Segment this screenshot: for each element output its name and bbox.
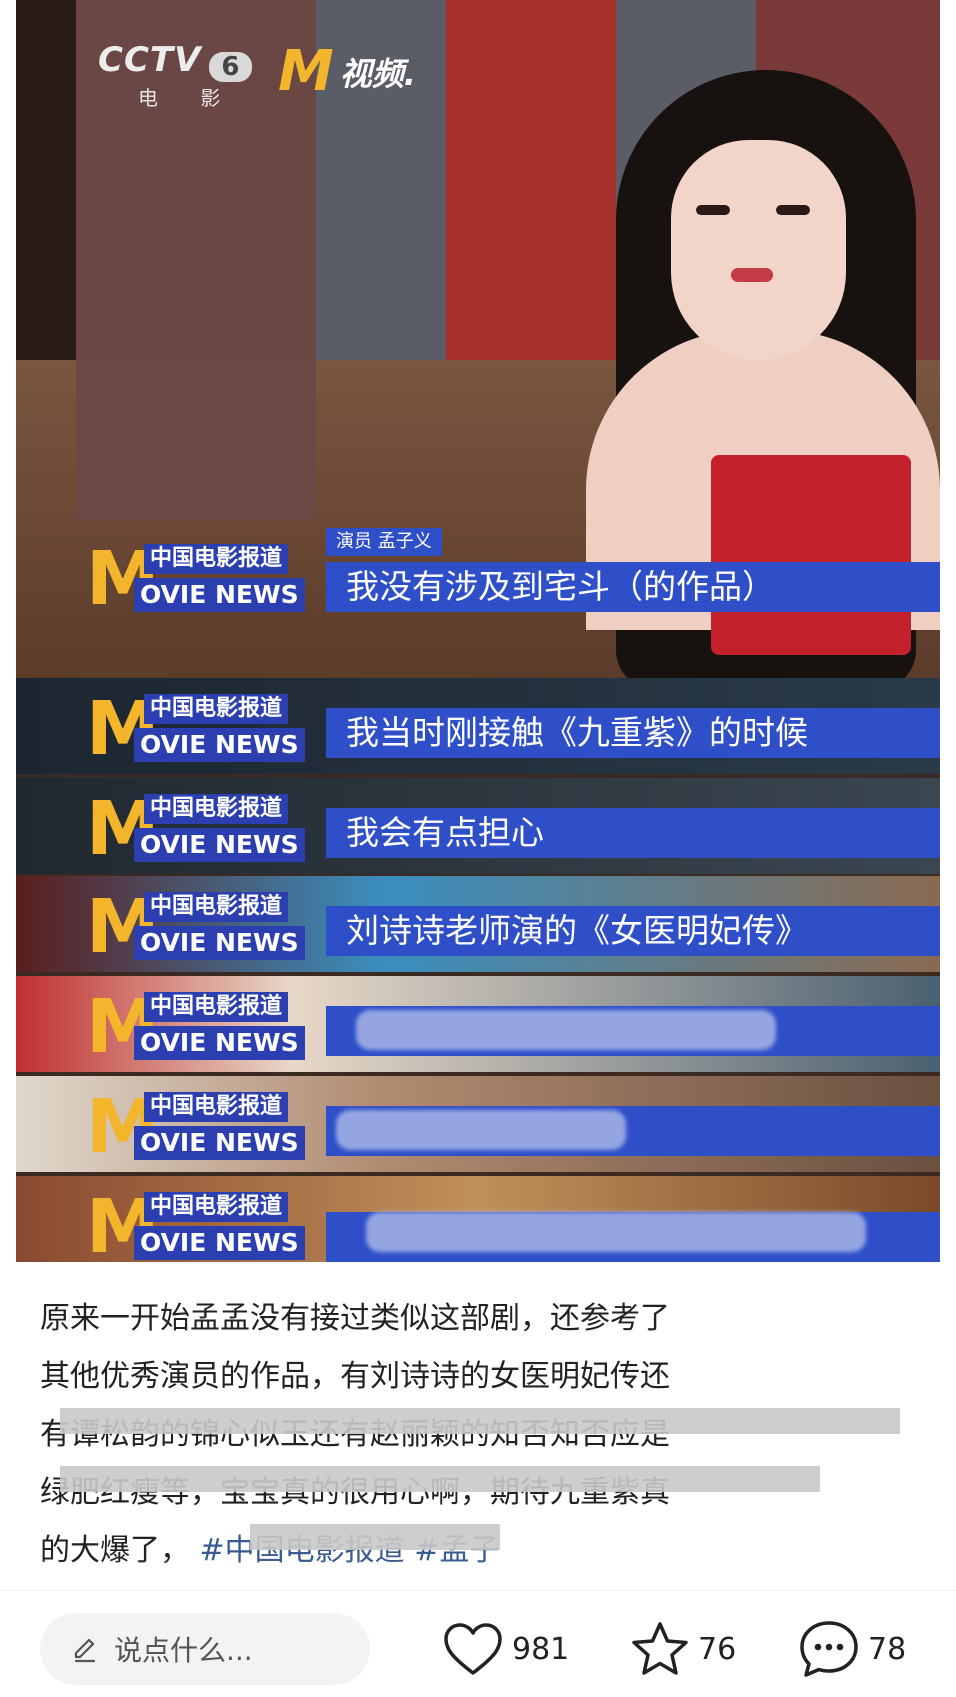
news-strip-6: M 中国电影报道 OVIE NEWS — [16, 1076, 940, 1172]
badge-en: OVIE NEWS — [134, 578, 305, 612]
wall-panel — [76, 360, 316, 520]
mosaic-blur-3 — [250, 1524, 500, 1550]
movie-news-badge: M 中国电影报道 OVIE NEWS — [86, 1190, 326, 1262]
news-strip-5: M 中国电影报道 OVIE NEWS — [16, 976, 940, 1072]
comment-count: 78 — [868, 1631, 907, 1667]
badge-cn: 中国电影报道 — [144, 694, 289, 724]
person-face — [671, 140, 846, 360]
post-line-1: 原来一开始孟孟没有接过类似这部剧，还参考了 — [40, 1301, 670, 1336]
bottom-action-bar: 说点什么... 981 76 78 — [0, 1590, 956, 1697]
badge-en: OVIE NEWS — [134, 728, 305, 762]
comment-input[interactable]: 说点什么... — [40, 1613, 370, 1685]
badge-cn: 中国电影报道 — [144, 1192, 289, 1222]
blurred-caption — [336, 1110, 626, 1150]
movie-news-badge: M 中国电影报道 OVIE NEWS — [86, 692, 326, 766]
badge-en: OVIE NEWS — [134, 926, 305, 960]
text-fade — [0, 1560, 956, 1590]
like-button[interactable]: 981 — [442, 1613, 569, 1685]
favorite-count: 76 — [698, 1631, 737, 1667]
caption-4: 刘诗诗老师演的《女医明妃传》 — [326, 906, 940, 956]
badge-cn: 中国电影报道 — [144, 1092, 289, 1122]
badge-cn: 中国电影报道 — [144, 892, 289, 922]
m-video-logo: M 视频. — [278, 44, 416, 100]
blurred-caption — [366, 1212, 866, 1252]
caption-1: 我没有涉及到宅斗（的作品） — [326, 562, 940, 612]
badge-en: OVIE NEWS — [134, 1226, 305, 1260]
edit-icon — [74, 1638, 96, 1663]
news-strip-1: 演员 孟子义 M 中国电影报道 OVIE NEWS 我没有涉及到宅斗（的作品） — [16, 528, 940, 624]
badge-cn: 中国电影报道 — [144, 992, 289, 1022]
person-eye-left — [696, 205, 730, 215]
news-strip-2: M 中国电影报道 OVIE NEWS 我当时刚接触《九重紫》的时候 — [16, 678, 940, 774]
badge-en: OVIE NEWS — [134, 1126, 305, 1160]
favorite-button[interactable]: 76 — [630, 1613, 736, 1685]
m-logo-letter: M — [278, 39, 334, 104]
heart-icon — [444, 1623, 502, 1675]
like-count: 981 — [512, 1631, 570, 1667]
news-strip-4: M 中国电影报道 OVIE NEWS 刘诗诗老师演的《女医明妃传》 — [16, 876, 940, 972]
caption-2: 我当时刚接触《九重紫》的时候 — [326, 708, 940, 758]
person-lips — [731, 268, 773, 282]
mosaic-blur-2 — [60, 1466, 820, 1492]
cctv-number: 6 — [209, 51, 252, 82]
movie-news-badge: M 中国电影报道 OVIE NEWS — [86, 1090, 326, 1164]
news-strip-7: M 中国电影报道 OVIE NEWS — [16, 1176, 940, 1262]
badge-cn: 中国电影报道 — [144, 794, 289, 824]
caption-3: 我会有点担心 — [326, 808, 940, 858]
m-logo-text: 视频. — [339, 55, 416, 93]
video-still[interactable]: CCTV 6 电 影 M 视频. 演员 孟子义 M 中国电影报道 OVIE NEW… — [16, 0, 940, 1262]
badge-en: OVIE NEWS — [134, 828, 305, 862]
movie-news-badge: M 中国电影报道 OVIE NEWS — [86, 792, 326, 866]
person-eye-right — [776, 205, 810, 215]
movie-news-badge: M 中国电影报道 OVIE NEWS — [86, 990, 326, 1064]
cctv-word: CCTV — [98, 40, 202, 80]
star-icon — [632, 1622, 688, 1675]
cctv6-logo: CCTV 6 电 影 — [98, 40, 252, 111]
comment-placeholder: 说点什么... — [114, 1634, 253, 1667]
badge-en: OVIE NEWS — [134, 1026, 305, 1060]
mosaic-blur-1 — [60, 1408, 900, 1434]
badge-cn: 中国电影报道 — [144, 544, 289, 574]
news-strip-3: M 中国电影报道 OVIE NEWS 我会有点担心 — [16, 778, 940, 874]
movie-news-badge: M 中国电影报道 OVIE NEWS — [86, 890, 326, 964]
post-line-2: 其他优秀演员的作品，有刘诗诗的女医明妃传还 — [40, 1359, 670, 1394]
cctv-sub: 电 影 — [138, 85, 239, 110]
comment-button[interactable]: 78 — [798, 1613, 906, 1685]
movie-news-badge: M 中国电影报道 OVIE NEWS — [86, 542, 326, 616]
blurred-caption — [356, 1010, 776, 1050]
comment-icon — [800, 1621, 858, 1677]
speaker-tag: 演员 孟子义 — [326, 528, 442, 556]
